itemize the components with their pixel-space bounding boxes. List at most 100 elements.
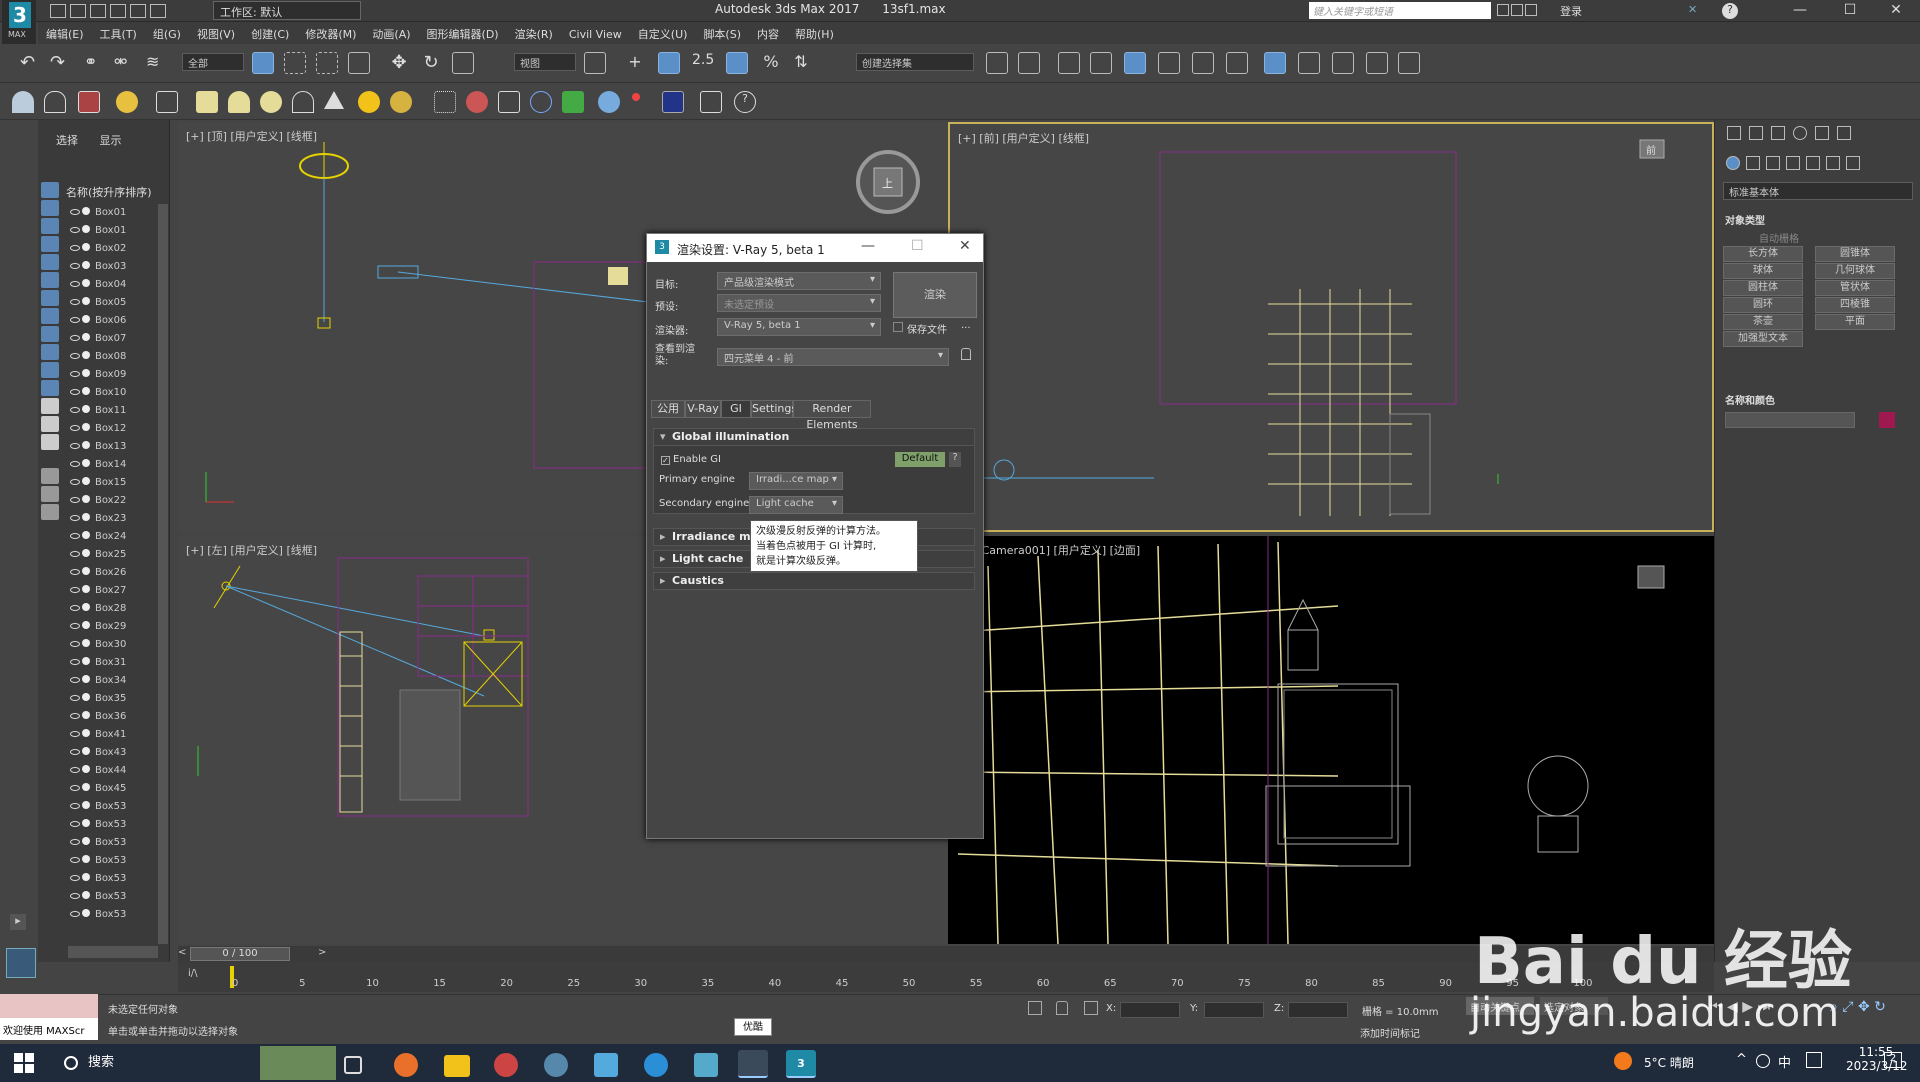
freeze-dot-icon[interactable] (82, 621, 90, 629)
object-type-header[interactable]: 对象类型 (1725, 212, 1765, 227)
save-file-icon[interactable] (90, 4, 106, 18)
default-mode-button[interactable]: Default (895, 452, 945, 467)
freeze-dot-icon[interactable] (82, 297, 90, 305)
list-item[interactable]: Box34 (66, 672, 158, 690)
network-icon[interactable] (1756, 1054, 1770, 1068)
exchange-icon[interactable]: ✕ (1688, 3, 1704, 19)
x-coordinate-input[interactable] (1120, 1002, 1180, 1018)
list-item[interactable]: Box11 (66, 402, 158, 420)
list-item[interactable]: Box53 (66, 888, 158, 906)
list-item[interactable]: Box06 (66, 312, 158, 330)
rotate-icon[interactable]: ↻ (420, 52, 442, 74)
list-item[interactable]: Box02 (66, 240, 158, 258)
maxscript-welcome[interactable]: 欢迎使用 MAXScr (0, 1018, 98, 1040)
redo-toolbar-icon[interactable]: ↷ (50, 52, 72, 74)
visibility-eye-icon[interactable] (70, 713, 80, 719)
select-manipulate-icon[interactable]: + (624, 52, 646, 74)
curve-editor-icon[interactable] (1124, 52, 1146, 74)
display-invert-icon[interactable] (41, 434, 59, 450)
link-icon[interactable]: ⚭ (84, 52, 106, 74)
notification-badge[interactable]: 2 (1884, 1052, 1902, 1068)
object-type-button[interactable]: 圆柱体 (1723, 280, 1803, 296)
visibility-eye-icon[interactable] (70, 587, 80, 593)
object-type-button[interactable]: 加强型文本 (1723, 331, 1803, 347)
freeze-dot-icon[interactable] (82, 693, 90, 701)
app-icon-1[interactable] (494, 1053, 518, 1077)
visibility-eye-icon[interactable] (70, 695, 80, 701)
viewport-front-label[interactable]: [+] [前] [用户定义] [线框] (958, 130, 1089, 146)
autogrid-checkbox[interactable]: 自动栅格 (1759, 230, 1799, 245)
menu-item[interactable]: 动画(A) (364, 22, 418, 42)
y-coordinate-input[interactable] (1204, 1002, 1264, 1018)
list-item[interactable]: Box03 (66, 258, 158, 276)
curve-mini-icon[interactable]: i/\ (188, 968, 198, 979)
weather-icon[interactable] (1614, 1052, 1632, 1070)
file-explorer-icon[interactable] (444, 1055, 470, 1077)
hierarchy-tab-icon[interactable] (1771, 126, 1785, 140)
display-lights-icon[interactable] (41, 218, 59, 234)
object-type-button[interactable]: 圆环 (1723, 297, 1803, 313)
object-type-button[interactable]: 茶壶 (1723, 314, 1803, 330)
menu-item[interactable]: 创建(C) (243, 22, 297, 42)
freeze-dot-icon[interactable] (82, 801, 90, 809)
container-icon[interactable] (12, 91, 34, 113)
gi-help-button[interactable]: ? (949, 452, 961, 467)
app-icon-3[interactable] (594, 1053, 618, 1077)
weather-text[interactable]: 5°C 晴朗 (1644, 1054, 1694, 1071)
list-item[interactable]: Box27 (66, 582, 158, 600)
render-button[interactable]: 渲染 (893, 272, 977, 318)
menu-item[interactable]: 工具(T) (92, 22, 145, 42)
angle-snap-icon[interactable] (726, 52, 748, 74)
visibility-eye-icon[interactable] (70, 731, 80, 737)
filter-icon[interactable] (41, 486, 59, 502)
list-item[interactable]: Box14 (66, 456, 158, 474)
freeze-dot-icon[interactable] (82, 333, 90, 341)
list-item[interactable]: Box36 (66, 708, 158, 726)
freeze-dot-icon[interactable] (82, 423, 90, 431)
create-tab-icon[interactable] (1727, 126, 1741, 140)
menu-item[interactable]: 内容 (749, 22, 787, 42)
menu-item[interactable]: 脚本(S) (695, 22, 749, 42)
list-item[interactable]: Box10 (66, 384, 158, 402)
freeze-dot-icon[interactable] (82, 207, 90, 215)
viewport-camera[interactable]: [+] [Camera001] [用户定义] [边面] (948, 536, 1714, 944)
layer-icon[interactable] (41, 504, 59, 520)
percent-snap-icon[interactable]: % (760, 52, 782, 74)
freeze-dot-icon[interactable] (82, 765, 90, 773)
task-view-icon[interactable] (344, 1056, 362, 1074)
visibility-eye-icon[interactable] (70, 569, 80, 575)
visibility-eye-icon[interactable] (70, 317, 80, 323)
app-logo-button[interactable]: 3 MAX (2, 0, 36, 44)
freeze-dot-icon[interactable] (82, 729, 90, 737)
freeze-dot-icon[interactable] (82, 369, 90, 377)
freeze-dot-icon[interactable] (82, 675, 90, 683)
freeze-dot-icon[interactable] (82, 261, 90, 269)
visibility-eye-icon[interactable] (70, 893, 80, 899)
selection-lock-icon[interactable] (1056, 1001, 1068, 1015)
list-item[interactable]: Box24 (66, 528, 158, 546)
menu-item[interactable]: 编辑(E) (38, 22, 92, 42)
proxy-icon[interactable] (498, 91, 520, 113)
time-slider-thumb[interactable]: 0 / 100 (190, 947, 290, 961)
help-icon[interactable]: ? (1722, 3, 1738, 19)
help-circle-icon[interactable]: ? (734, 91, 756, 113)
helpers-icon[interactable] (1806, 156, 1820, 170)
list-item[interactable]: Box43 (66, 744, 158, 762)
dialog-close-button[interactable]: ✕ (959, 238, 971, 254)
visibility-eye-icon[interactable] (70, 749, 80, 755)
list-item[interactable]: Box53 (66, 834, 158, 852)
absolute-mode-icon[interactable] (1084, 1001, 1098, 1015)
freeze-dot-icon[interactable] (82, 441, 90, 449)
layer-explorer-icon[interactable] (1058, 52, 1080, 74)
freeze-dot-icon[interactable] (82, 315, 90, 323)
unlink-icon[interactable]: ⚮ (114, 52, 136, 74)
freeze-dot-icon[interactable] (82, 513, 90, 521)
list-item[interactable]: Box01 (66, 204, 158, 222)
list-item[interactable]: Box31 (66, 654, 158, 672)
freeze-dot-icon[interactable] (82, 855, 90, 863)
app-icon-4[interactable] (694, 1053, 718, 1077)
sun-icon[interactable] (358, 91, 380, 113)
list-item[interactable]: Box44 (66, 762, 158, 780)
isolate-icon[interactable] (1028, 1001, 1042, 1015)
minimize-button[interactable]: — (1780, 0, 1820, 22)
